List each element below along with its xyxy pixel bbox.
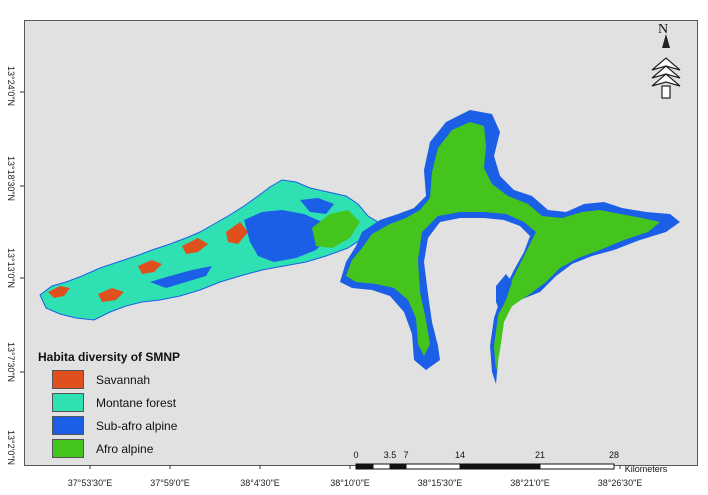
longitude-label: 38°10'0"E (330, 478, 370, 488)
legend-title: Habita diversity of SMNP (38, 350, 181, 364)
legend-item-savannah: Savannah (38, 368, 180, 391)
longitude-label: 38°21'0"E (510, 478, 550, 488)
latitude-label: 13°2'0"N (6, 430, 16, 466)
scale-bar-graphic (355, 463, 615, 470)
legend-item-montane-forest: Montane forest (38, 391, 180, 414)
longitude-label: 37°53'30"E (67, 478, 113, 488)
legend-swatch (52, 416, 84, 435)
longitude-label: 37°59'0"E (150, 478, 190, 488)
latitude-label: 13°7'30"N (6, 342, 16, 383)
scale-tick-label: 21 (534, 450, 546, 460)
latitude-label: 13°13'0"N (6, 248, 16, 289)
longitude-label: 38°26'30"E (597, 478, 643, 488)
scale-tick-label: 14 (454, 450, 466, 460)
scale-tick-label: 28 (608, 450, 620, 460)
legend-label: Montane forest (96, 395, 177, 410)
legend-label: Savannah (96, 372, 151, 387)
legend-item-sub-afro-alpine: Sub-afro alpine (38, 414, 180, 437)
latitude-label: 13°24'0"N (6, 66, 16, 107)
longitude-label: 38°15'30"E (417, 478, 463, 488)
north-letter: N (658, 22, 669, 37)
scale-tick-label: 0 (353, 450, 359, 460)
scale-unit-label: Kilometers (624, 464, 668, 474)
latitude-label: 13°18'30"N (6, 156, 16, 202)
legend-swatch (52, 439, 84, 458)
legend-label: Sub-afro alpine (96, 418, 178, 433)
longitude-label: 38°4'30"E (240, 478, 280, 488)
legend-swatch (52, 393, 84, 412)
legend-label: Afro alpine (96, 441, 154, 456)
legend-swatch (52, 370, 84, 389)
legend-item-afro-alpine: Afro alpine (38, 437, 180, 460)
map-legend: Habita diversity of SMNP Savannah Montan… (38, 350, 180, 460)
north-arrow: N (648, 22, 684, 107)
scale-tick-label: 7 (403, 450, 409, 460)
scale-tick-label: 3.5 (383, 450, 397, 460)
montane-forest-region (39, 179, 379, 321)
